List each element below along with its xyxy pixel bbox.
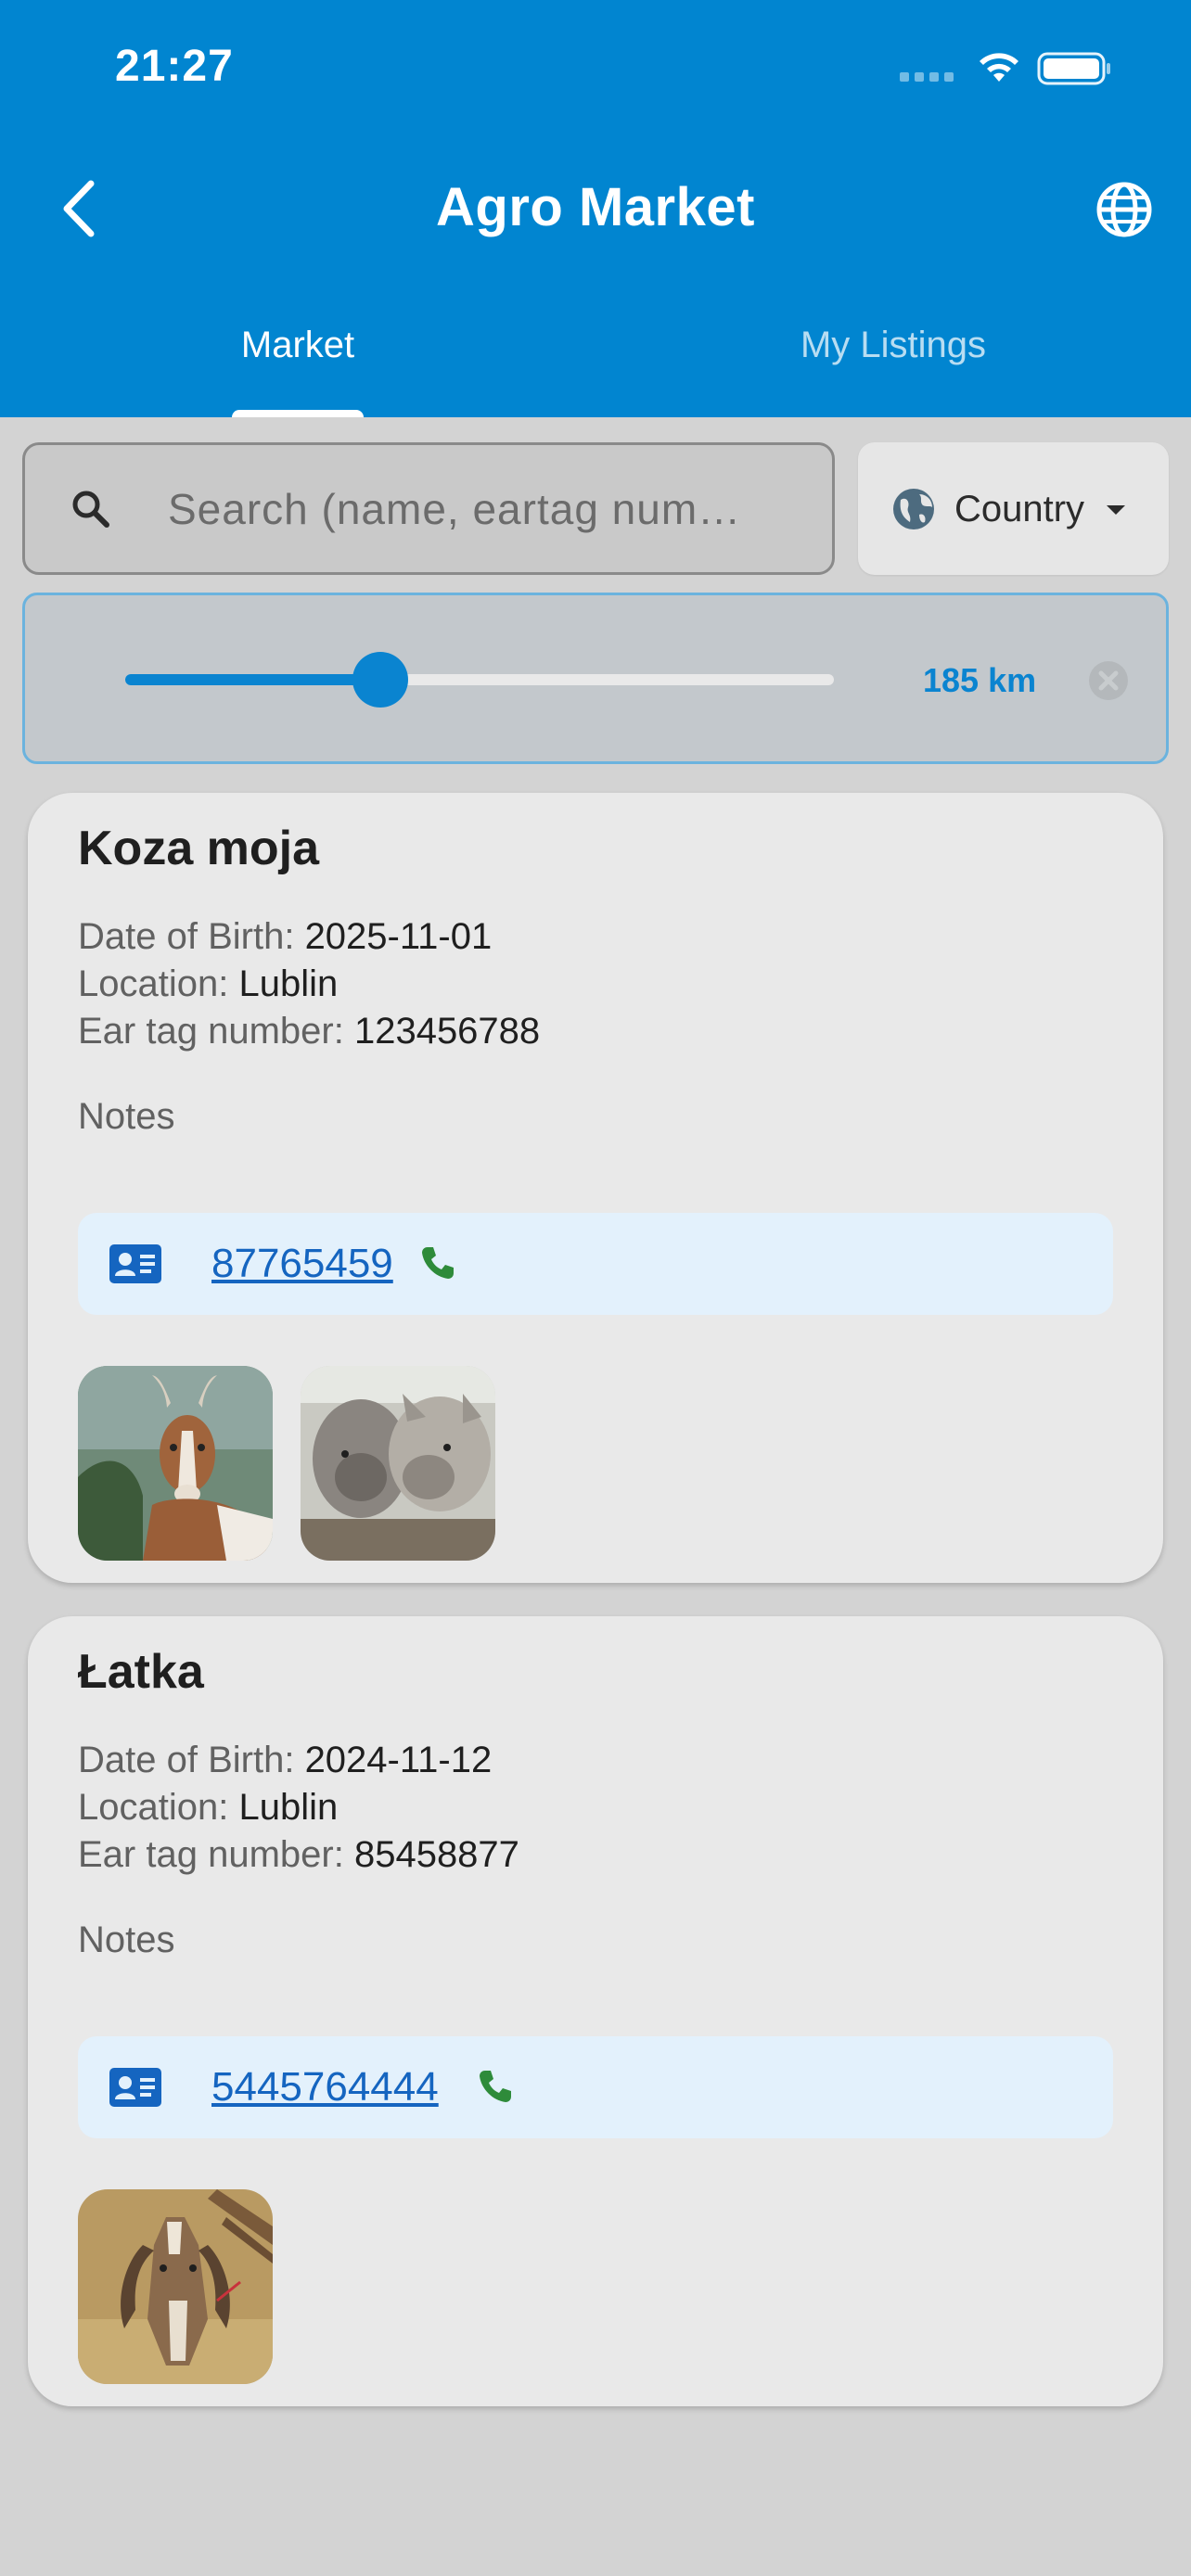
dob-label: Date of Birth: xyxy=(78,916,295,957)
phone-icon[interactable] xyxy=(419,1244,456,1282)
listing-name: Koza moja xyxy=(78,822,320,875)
slider-fill xyxy=(125,674,381,685)
phone-icon[interactable] xyxy=(477,2068,514,2105)
globe-icon xyxy=(893,489,934,529)
eartag-label: Ear tag number: xyxy=(78,1011,344,1052)
location: Location: Lublin xyxy=(78,1787,338,1829)
slider-thumb[interactable] xyxy=(352,652,409,708)
battery-icon xyxy=(1037,52,1110,85)
search-input[interactable] xyxy=(168,480,817,538)
goats-photo xyxy=(301,1366,495,1561)
goat-photo xyxy=(78,1366,273,1561)
distance-value: 185 km xyxy=(923,661,1037,699)
dob-label: Date of Birth: xyxy=(78,1740,295,1780)
phone-link[interactable]: 87765459 xyxy=(211,1241,393,1287)
listing-name: Łatka xyxy=(78,1645,204,1699)
distance-filter: 185 km xyxy=(22,593,1169,764)
contact-bar: 5445764444 xyxy=(78,2036,1113,2138)
listing-photo-goat[interactable] xyxy=(78,1366,273,1561)
notes-label: Notes xyxy=(78,1096,175,1137)
status-time: 21:27 xyxy=(115,42,234,91)
caret-down-icon xyxy=(1107,505,1125,515)
country-label: Country xyxy=(954,489,1085,529)
page-title: Agro Market xyxy=(436,177,755,237)
contact-bar: 87765459 xyxy=(78,1213,1113,1315)
location: Location: Lublin xyxy=(78,963,338,1005)
listing-photo-goat[interactable] xyxy=(78,2189,273,2384)
cellular-signal-icon xyxy=(900,72,955,83)
app-header: 21:27 Agro Market Market My Listings xyxy=(0,0,1191,417)
listing-photo-goats[interactable] xyxy=(301,1366,495,1561)
agro-market-screen: 21:27 Agro Market Market My Listings Sea… xyxy=(0,0,1191,2576)
eartag-value: 123456788 xyxy=(353,1011,541,1052)
language-button[interactable] xyxy=(1095,180,1154,239)
contact-card-icon xyxy=(109,2068,161,2107)
search-box xyxy=(22,442,835,575)
location-value: Lublin xyxy=(238,963,339,1004)
date-of-birth: Date of Birth: 2024-11-12 xyxy=(78,1740,492,1781)
tab-market[interactable]: Market xyxy=(0,325,596,366)
listing-card[interactable]: Łatka Date of Birth: 2024-11-12 Location… xyxy=(28,1616,1163,2406)
listing-card[interactable]: Koza moja Date of Birth: 2025-11-01 Loca… xyxy=(28,793,1163,1583)
date-of-birth: Date of Birth: 2025-11-01 xyxy=(78,916,492,958)
location-value: Lublin xyxy=(238,1787,339,1828)
dob-value: 2024-11-12 xyxy=(304,1740,493,1780)
contact-card-icon xyxy=(109,1244,161,1283)
search-icon xyxy=(72,491,109,528)
eartag-value: 85458877 xyxy=(353,1834,519,1875)
tab-my-listings[interactable]: My Listings xyxy=(596,325,1191,366)
phone-link[interactable]: 5445764444 xyxy=(211,2064,439,2111)
ear-tag-number: Ear tag number: 123456788 xyxy=(78,1011,540,1052)
clear-icon xyxy=(1089,661,1128,700)
ear-tag-number: Ear tag number: 85458877 xyxy=(78,1834,519,1876)
clear-distance-button[interactable] xyxy=(1088,660,1129,701)
eartag-label: Ear tag number: xyxy=(78,1834,344,1875)
wifi-icon xyxy=(980,53,1018,82)
active-tab-indicator xyxy=(232,410,364,417)
notes-label: Notes xyxy=(78,1919,175,1960)
distance-slider[interactable] xyxy=(125,652,834,708)
globe-icon xyxy=(1096,182,1152,237)
location-label: Location: xyxy=(78,1787,229,1828)
location-label: Location: xyxy=(78,963,229,1004)
dob-value: 2025-11-01 xyxy=(304,916,493,957)
goat-photo xyxy=(78,2189,273,2384)
country-dropdown[interactable]: Country xyxy=(858,442,1169,575)
